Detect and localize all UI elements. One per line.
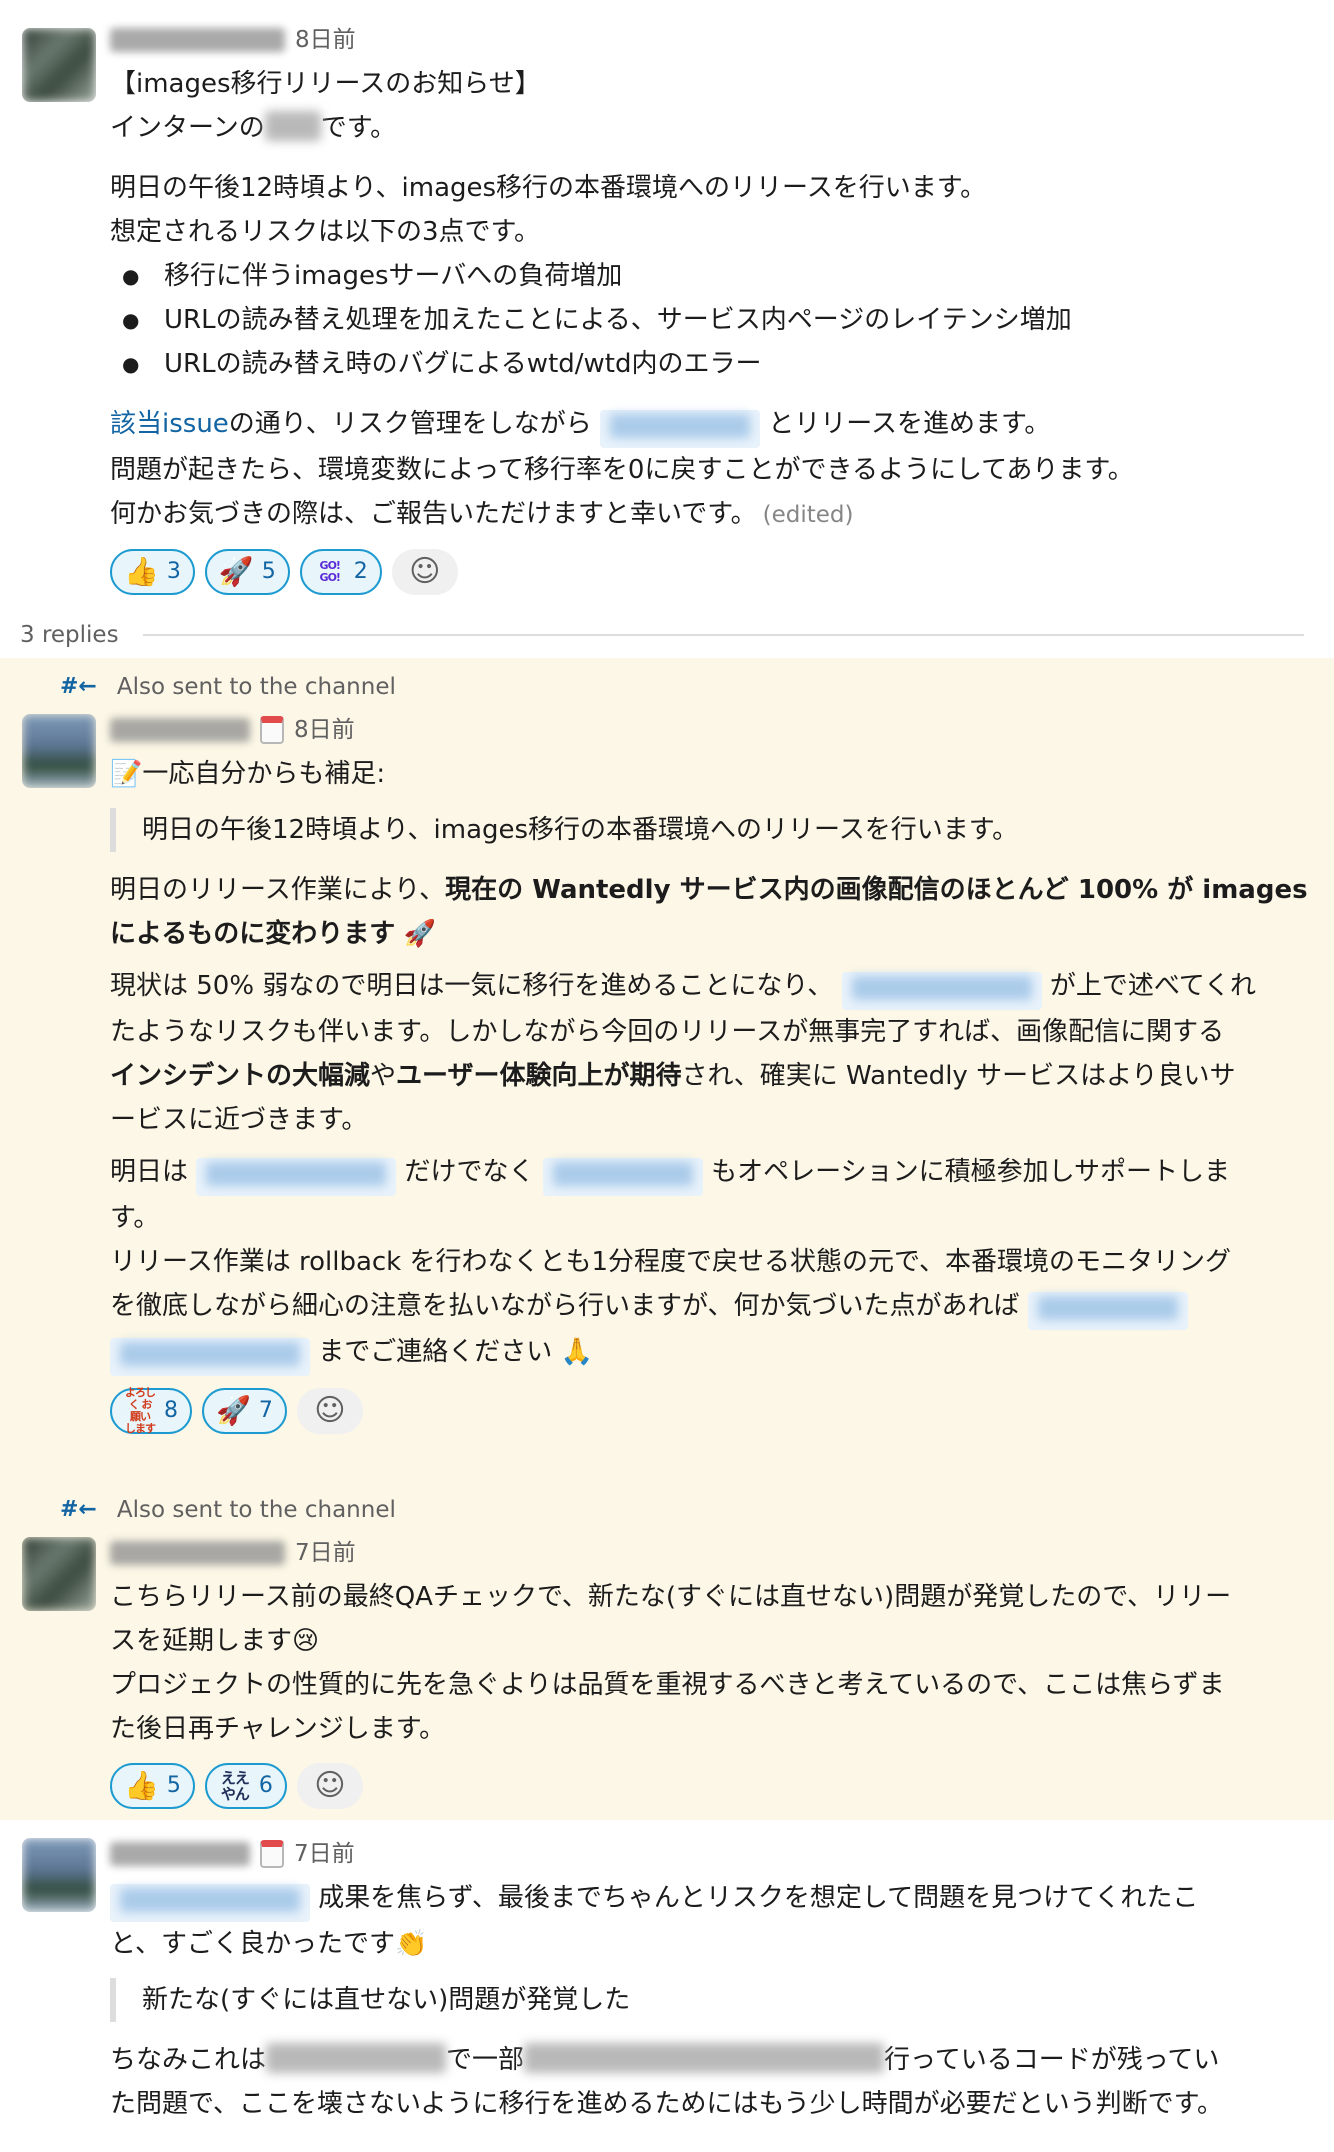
reactions-bar: よろしく お願い します 8 🚀 7 ☺	[110, 1386, 1320, 1435]
replies-count[interactable]: 3 replies	[20, 613, 119, 657]
message-line: プロジェクトの性質的に先を急ぐよりは品質を重視するべきと考えているので、ここは焦…	[110, 1670, 1225, 1700]
crying-face-icon: 😢	[292, 1626, 320, 1656]
rocket-icon: 🚀	[218, 555, 254, 588]
calendar-status-icon	[260, 716, 284, 744]
risk-list: 移行に伴うimagesサーバへの負荷増加 URLの読み替え処理を加えたことによる…	[110, 254, 1320, 386]
message-line: を徹底しながら細心の注意を払いながら行いますが、何か気づいた点があれば	[110, 1284, 1320, 1330]
yoroshiku-icon: よろしく お願い します	[125, 1386, 156, 1435]
pray-icon: 🙏	[560, 1337, 593, 1367]
reaction-gogo[interactable]: GO! GO! 2	[299, 549, 382, 595]
message-line: 明日は だけでなく もオペレーションに積極参加しサポートしま	[110, 1150, 1320, 1196]
message-line: 📝一応自分からも補足:	[110, 759, 386, 789]
add-reaction-button[interactable]: ☺	[296, 1388, 363, 1434]
add-emoji-icon: ☺	[409, 554, 441, 589]
avatar[interactable]	[22, 1537, 96, 1611]
message-line: リリース作業は rollback を行わなくとも1分程度で戻せる状態の元で、本番…	[110, 1247, 1231, 1277]
eei-icon: ええ やん	[220, 1769, 250, 1803]
list-item: 移行に伴うimagesサーバへの負荷増加	[110, 254, 1320, 298]
user-mention[interactable]	[542, 1158, 703, 1196]
message-line: 該当issueの通り、リスク管理をしながら とリリースを進めます。	[110, 402, 1320, 448]
gogo-icon: GO! GO!	[319, 559, 341, 584]
avatar[interactable]	[22, 1838, 96, 1912]
user-mention[interactable]	[1027, 1292, 1188, 1330]
message-line: インターンの です。	[110, 111, 397, 143]
message-line: インシデントの大幅減やユーザー体験向上が期待され、確実に Wantedly サー…	[110, 1061, 1236, 1091]
divider	[142, 634, 1304, 636]
thumbs-up-icon: 👍	[124, 555, 159, 588]
reactions-bar: 👍 3 🚀 5 GO! GO! 2 ☺	[110, 549, 1320, 595]
avatar[interactable]	[22, 714, 96, 788]
timestamp[interactable]: 7日前	[295, 1531, 356, 1575]
reactions-bar: 👍 5 ええ やん 6 ☺	[110, 1763, 1320, 1809]
author-name[interactable]	[110, 1541, 285, 1565]
issue-link[interactable]: 該当issue	[110, 409, 229, 439]
message-line: た問題で、ここを壊さないように移行を進めるためにはもう少し時間が必要だという判断…	[110, 2089, 1224, 2119]
timestamp[interactable]: 7日前	[294, 1832, 355, 1876]
author-name[interactable]	[110, 718, 250, 742]
message-title: 【images移行リリースのお知らせ】	[110, 69, 541, 99]
thumbs-up-icon: 👍	[124, 1769, 159, 1802]
message-line: す。	[110, 1203, 160, 1233]
add-emoji-icon: ☺	[314, 1393, 346, 1428]
reaction-rocket[interactable]: 🚀 7	[202, 1388, 287, 1434]
message-line: 成果を焦らず、最後までちゃんとリスクを想定して問題を見つけてくれたこ	[110, 1876, 1320, 1922]
edited-label: (edited)	[762, 502, 854, 528]
also-sent-label: #← Also sent to the channel	[60, 1490, 396, 1530]
message-line: ちなみこれは で一部 行っているコードが残ってい	[110, 2043, 1220, 2075]
message-line: 明日の午後12時頃より、images移行の本番環境へのリリースを行います。	[110, 173, 987, 203]
reaction-rocket[interactable]: 🚀 5	[204, 549, 290, 595]
timestamp[interactable]: 8日前	[295, 18, 356, 62]
timestamp[interactable]: 8日前	[294, 708, 355, 752]
message-line: スを延期します😢	[110, 1626, 320, 1656]
channel-share-icon: #←	[60, 674, 97, 699]
rocket-icon: 🚀	[216, 1394, 251, 1427]
user-mention[interactable]	[110, 1338, 310, 1376]
avatar[interactable]	[22, 28, 96, 102]
message-line: ービスに近づきます。	[110, 1105, 368, 1135]
message-line: 問題が起きたら、環境変数によって移行率を0に戻すことができるようにしてあります。	[110, 455, 1134, 485]
message-line: たようなリスクも伴います。しかしながら今回のリリースが無事完了すれば、画像配信に…	[110, 1017, 1225, 1047]
user-mention[interactable]	[841, 972, 1042, 1010]
author-name[interactable]	[110, 28, 285, 52]
user-mention[interactable]	[600, 410, 761, 448]
add-reaction-button[interactable]: ☺	[391, 549, 458, 595]
author-name[interactable]	[110, 1842, 250, 1866]
message-line: こちらリリース前の最終QAチェックで、新たな(すぐには直せない)問題が発覚したの…	[110, 1582, 1232, 1612]
list-item: URLの読み替え時のバグによるwtd/wtd内のエラー	[110, 342, 1320, 386]
memo-icon: 📝	[110, 759, 143, 789]
message-line: 想定されるリスクは以下の3点です。	[110, 217, 540, 247]
user-mention[interactable]	[110, 1884, 310, 1922]
channel-share-icon: #←	[60, 1497, 97, 1522]
clapping-hands-icon: 👏	[394, 1929, 428, 1959]
blockquote: 明日の午後12時頃より、images移行の本番環境へのリリースを行います。	[110, 808, 1320, 852]
message-line: によるものに変わります 🚀	[110, 919, 436, 949]
add-reaction-button[interactable]: ☺	[296, 1763, 363, 1809]
rocket-icon: 🚀	[403, 919, 436, 949]
reaction-eei[interactable]: ええ やん 6	[204, 1763, 287, 1809]
message-line: 明日のリリース作業により、現在の Wantedly サービス内の画像配信のほとん…	[110, 875, 1308, 905]
also-sent-label: #← Also sent to the channel	[60, 667, 396, 707]
message-line: と、すごく良かったです👏	[110, 1929, 428, 1959]
reaction-thumbs-up[interactable]: 👍 5	[110, 1763, 195, 1809]
reaction-yoroshiku[interactable]: よろしく お願い します 8	[110, 1386, 192, 1435]
blockquote: 新たな(すぐには直せない)問題が発覚した	[110, 1978, 1320, 2022]
calendar-status-icon	[260, 1840, 284, 1868]
reaction-thumbs-up[interactable]: 👍 3	[110, 549, 195, 595]
message-line: 何かお気づきの際は、ご報告いただけますと幸いです。 (edited)	[110, 499, 854, 529]
add-emoji-icon: ☺	[314, 1768, 346, 1803]
replies-divider[interactable]: 3 replies	[20, 615, 1304, 655]
message-line: た後日再チャレンジします。	[110, 1714, 446, 1744]
list-item: URLの読み替え処理を加えたことによる、サービス内ページのレイテンシ増加	[110, 298, 1320, 342]
message-line: 現状は 50% 弱なので明日は一気に移行を進めることになり、 が上で述べてくれ	[110, 964, 1320, 1010]
message-line: までご連絡ください 🙏	[110, 1330, 1320, 1376]
user-mention[interactable]	[196, 1158, 397, 1196]
